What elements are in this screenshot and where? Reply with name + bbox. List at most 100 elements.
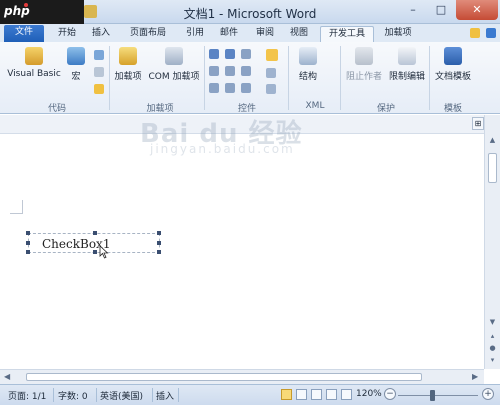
horizontal-scrollbar[interactable]: ◀ ▶ <box>0 369 484 384</box>
resize-handle[interactable] <box>157 231 161 235</box>
tab-review[interactable]: 审阅 <box>250 26 280 42</box>
tab-home[interactable]: 开始 <box>52 26 82 42</box>
php-badge-dot <box>24 3 28 7</box>
resize-handle[interactable] <box>157 241 161 245</box>
maximize-button[interactable]: □ <box>428 0 454 20</box>
language-indicator[interactable]: 英语(美国) <box>100 389 143 402</box>
addins-label: 加载项 <box>114 72 142 82</box>
resize-handle[interactable] <box>93 250 97 254</box>
design-mode-icon[interactable] <box>266 49 278 61</box>
macro-security-icon[interactable] <box>94 84 104 94</box>
tab-insert[interactable]: 插入 <box>86 26 116 42</box>
plain-text-control-icon[interactable] <box>225 49 235 59</box>
qat-folder-icon[interactable] <box>84 5 97 18</box>
xml-group-label: XML <box>305 101 325 111</box>
addins-button[interactable]: 加载项 <box>112 47 144 82</box>
block-authors-button[interactable]: 阻止作者 <box>343 47 385 82</box>
scroll-up-button[interactable]: ▲ <box>487 135 498 146</box>
date-picker-control-icon[interactable] <box>225 83 235 93</box>
com-addins-label: COM 加载项 <box>148 72 200 82</box>
checkbox-activex-control[interactable]: CheckBox1 <box>26 231 161 254</box>
structure-icon <box>299 47 317 65</box>
margin-marker <box>22 200 23 214</box>
tab-file[interactable]: 文件 <box>4 25 44 42</box>
macro-button[interactable]: 宏 <box>64 47 88 82</box>
visual-basic-button[interactable]: Visual Basic <box>6 47 62 79</box>
com-addins-icon <box>165 47 183 65</box>
draft-view-icon[interactable] <box>341 389 352 400</box>
print-layout-view-icon[interactable] <box>281 389 292 400</box>
next-page-icon[interactable]: ▾ <box>487 355 498 366</box>
insert-mode-indicator[interactable]: 插入 <box>156 389 174 402</box>
protect-group-label: 保护 <box>376 104 395 114</box>
macro-label: 宏 <box>71 72 81 82</box>
building-block-control-icon[interactable] <box>209 66 219 76</box>
structure-label: 结构 <box>298 72 317 82</box>
resize-handle[interactable] <box>26 231 30 235</box>
structure-button[interactable]: 结构 <box>294 47 322 82</box>
legacy-tools-icon[interactable] <box>241 83 251 93</box>
ribbon-tabs: 文件 开始 插入 页面布局 引用 邮件 审阅 视图 开发工具 加载项 <box>0 24 500 42</box>
tab-mailings[interactable]: 邮件 <box>214 26 244 42</box>
dropdown-control-icon[interactable] <box>209 83 219 93</box>
com-addins-button[interactable]: COM 加载项 <box>145 47 203 82</box>
separator <box>109 46 110 110</box>
tab-addins[interactable]: 加载项 <box>378 26 418 42</box>
title-bar: php 文档1 - Microsoft Word – □ ✕ <box>0 0 500 24</box>
ribbon-minimize-icon[interactable] <box>470 28 481 38</box>
properties-icon[interactable] <box>266 68 276 78</box>
zoom-slider-track[interactable] <box>398 395 478 396</box>
browse-object-icon[interactable]: ● <box>487 343 498 354</box>
combo-box-control-icon[interactable] <box>241 66 251 76</box>
web-layout-view-icon[interactable] <box>311 389 322 400</box>
separator <box>178 388 179 402</box>
previous-page-icon[interactable]: ▴ <box>487 331 498 342</box>
document-template-icon <box>444 47 462 65</box>
scroll-down-button[interactable]: ▼ <box>487 317 498 328</box>
resize-handle[interactable] <box>93 231 97 235</box>
horizontal-scroll-thumb[interactable] <box>26 373 422 381</box>
vertical-scroll-thumb[interactable] <box>488 153 497 183</box>
ruler-toggle-button[interactable]: ⊞ <box>472 117 484 130</box>
full-screen-reading-view-icon[interactable] <box>296 389 307 400</box>
close-button[interactable]: ✕ <box>456 0 498 20</box>
zoom-in-button[interactable]: + <box>482 388 494 400</box>
block-authors-label: 阻止作者 <box>345 72 382 82</box>
zoom-level[interactable]: 120% <box>356 389 382 399</box>
word-count[interactable]: 字数: 0 <box>58 389 88 402</box>
window-title: 文档1 - Microsoft Word <box>183 7 317 21</box>
restrict-editing-button[interactable]: 限制编辑 <box>386 47 428 82</box>
separator <box>53 388 54 402</box>
separator <box>429 46 430 110</box>
resize-handle[interactable] <box>26 250 30 254</box>
tab-references[interactable]: 引用 <box>180 26 210 42</box>
record-macro-icon[interactable] <box>94 50 104 60</box>
resize-handle[interactable] <box>26 241 30 245</box>
picture-control-icon[interactable] <box>241 49 251 59</box>
minimize-button[interactable]: – <box>400 0 426 20</box>
page-count[interactable]: 页面: 1/1 <box>8 389 46 402</box>
tab-developer[interactable]: 开发工具 <box>320 26 374 42</box>
checkbox-control-icon[interactable] <box>225 66 235 76</box>
group-icon[interactable] <box>266 84 276 94</box>
php-badge: php <box>0 0 84 24</box>
zoom-slider-thumb[interactable] <box>430 390 435 401</box>
tab-page-layout[interactable]: 页面布局 <box>120 26 176 42</box>
outline-view-icon[interactable] <box>326 389 337 400</box>
rich-text-control-icon[interactable] <box>209 49 219 59</box>
vertical-scrollbar[interactable]: ▲ ▼ ▴ ● ▾ <box>484 115 500 369</box>
pause-recording-icon[interactable] <box>94 67 104 77</box>
resize-handle[interactable] <box>157 250 161 254</box>
separator <box>340 46 341 110</box>
scroll-right-button[interactable]: ▶ <box>472 372 478 381</box>
help-icon[interactable] <box>486 28 496 38</box>
restrict-editing-icon <box>398 47 416 65</box>
mouse-cursor-icon <box>99 245 109 259</box>
zoom-out-button[interactable]: − <box>384 388 396 400</box>
code-group-label: 代码 <box>47 104 66 114</box>
macro-icon <box>67 47 85 65</box>
scroll-left-button[interactable]: ◀ <box>4 372 10 381</box>
tab-view[interactable]: 视图 <box>284 26 314 42</box>
watermark-sub: jingyan.baidu.com <box>150 142 295 156</box>
document-template-button[interactable]: 文档模板 <box>432 47 474 82</box>
